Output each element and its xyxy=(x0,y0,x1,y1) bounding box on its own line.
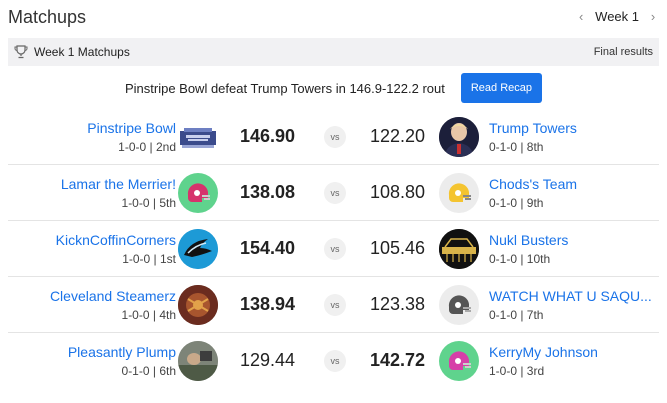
team-record-left: 1-0-0 | 5th xyxy=(121,196,176,210)
score-left: 138.94 xyxy=(239,294,295,314)
vs-badge: vs xyxy=(324,350,346,372)
score-right: 108.80 xyxy=(370,182,426,202)
chevron-right-icon[interactable]: › xyxy=(647,8,659,24)
helmet-icon xyxy=(439,341,479,381)
team-photo-icon xyxy=(178,341,218,381)
team-name-right[interactable]: Chods's Team xyxy=(489,176,659,192)
score-right: 122.20 xyxy=(370,126,426,146)
recap-banner: Pinstripe Bowl defeat Trump Towers in 14… xyxy=(8,72,659,104)
team-name-right[interactable]: WATCH WHAT U SAQU... xyxy=(489,288,659,304)
team-name-left[interactable]: Lamar the Merrier! xyxy=(61,176,176,192)
score-right: 105.46 xyxy=(370,238,426,258)
team-record-right: 0-1-0 | 7th xyxy=(489,308,544,322)
team-record-right: 0-1-0 | 9th xyxy=(489,196,544,210)
team-photo-icon xyxy=(178,285,218,325)
vs-badge: vs xyxy=(324,294,346,316)
header: Matchups ‹ Week 1 › xyxy=(8,6,659,32)
score-right: 123.38 xyxy=(370,294,426,314)
team-record-right: 1-0-0 | 3rd xyxy=(489,364,545,378)
helmet-icon xyxy=(178,173,218,213)
team-record-right: 0-1-0 | 8th xyxy=(489,140,544,154)
matchup-row[interactable]: Pleasantly Plump 0-1-0 | 6th 129.44 vs 1… xyxy=(8,333,659,389)
final-results-label: Final results xyxy=(593,46,653,58)
team-record-left: 1-0-0 | 1st xyxy=(122,252,176,266)
chevron-left-icon[interactable]: ‹ xyxy=(575,8,587,24)
steel-curtain-logo-icon xyxy=(439,229,479,269)
read-recap-button[interactable]: Read Recap xyxy=(460,73,543,103)
team-name-right[interactable]: Nukl Busters xyxy=(489,232,659,248)
matchup-row[interactable]: Lamar the Merrier! 1-0-0 | 5th 138.08 vs… xyxy=(8,165,659,221)
score-left: 146.90 xyxy=(239,126,295,146)
vs-badge: vs xyxy=(324,182,346,204)
team-name-left[interactable]: KicknCoffinCorners xyxy=(56,232,176,248)
matchup-row[interactable]: Pinstripe Bowl 1-0-0 | 2nd 146.90 vs 122… xyxy=(8,109,659,165)
team-name-right[interactable]: KerryMy Johnson xyxy=(489,344,659,360)
vs-badge: vs xyxy=(324,126,346,148)
week-navigator: ‹ Week 1 › xyxy=(575,8,659,24)
team-record-right: 0-1-0 | 10th xyxy=(489,252,551,266)
page-title: Matchups xyxy=(8,7,87,27)
score-left: 154.40 xyxy=(239,238,295,258)
week-label[interactable]: Week 1 xyxy=(595,9,639,24)
person-photo-icon xyxy=(439,117,479,157)
score-right: 142.72 xyxy=(370,350,426,370)
subheader-title: Week 1 Matchups xyxy=(34,45,130,59)
team-record-left: 0-1-0 | 6th xyxy=(121,364,176,378)
score-left: 138.08 xyxy=(239,182,295,202)
matchup-row[interactable]: Cleveland Steamerz 1-0-0 | 4th 138.94 vs… xyxy=(8,277,659,333)
team-record-left: 1-0-0 | 4th xyxy=(121,308,176,322)
team-name-left[interactable]: Pinstripe Bowl xyxy=(87,120,176,136)
helmet-icon xyxy=(439,173,479,213)
team-record-left: 1-0-0 | 2nd xyxy=(118,140,176,154)
helmet-icon xyxy=(439,285,479,325)
recap-text: Pinstripe Bowl defeat Trump Towers in 14… xyxy=(124,80,445,96)
matchup-row[interactable]: KicknCoffinCorners 1-0-0 | 1st 154.40 vs… xyxy=(8,221,659,277)
team-name-right[interactable]: Trump Towers xyxy=(489,120,659,136)
team-name-left[interactable]: Pleasantly Plump xyxy=(68,344,176,360)
panther-logo-icon xyxy=(178,229,218,269)
team-name-left[interactable]: Cleveland Steamerz xyxy=(50,288,176,304)
pinstripe-bowl-logo-icon xyxy=(178,117,218,157)
matchups-subheader: Week 1 Matchups Final results xyxy=(8,38,659,66)
vs-badge: vs xyxy=(324,238,346,260)
score-left: 129.44 xyxy=(239,350,295,370)
matchup-list: Pinstripe Bowl 1-0-0 | 2nd 146.90 vs 122… xyxy=(8,109,659,389)
trophy-icon xyxy=(14,45,28,59)
